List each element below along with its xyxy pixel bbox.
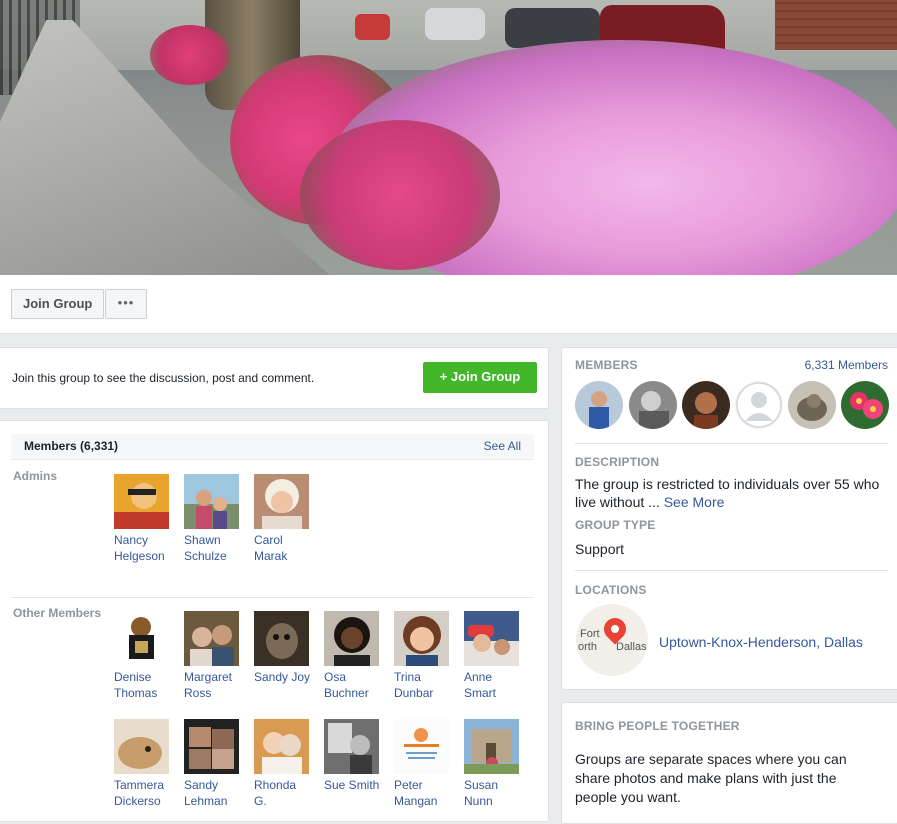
member-name: Carol Marak [254, 533, 288, 563]
location-link[interactable]: Uptown-Knox-Henderson, Dallas [659, 634, 863, 650]
member-name: Sue Smith [324, 778, 380, 792]
see-more-link[interactable]: See More [664, 494, 725, 510]
member[interactable]: Osa Buchner [324, 611, 390, 701]
bring-heading: BRING PEOPLE TOGETHER [575, 719, 740, 733]
join-prompt-card: Join this group to see the discussion, p… [0, 347, 549, 409]
member-name: Osa Buchner [324, 670, 369, 700]
members-count-link[interactable]: 6,331 Members [805, 358, 888, 372]
member[interactable]: Denise Thomas [114, 611, 180, 701]
member[interactable]: Peter Mangan [394, 719, 460, 809]
member[interactable]: Anne Smart [464, 611, 530, 701]
cover-azalea-bush [150, 25, 230, 85]
join-prompt-message: Join this group to see the discussion, p… [12, 371, 315, 385]
bring-text: Groups are separate spaces where you can… [575, 751, 847, 805]
description-text: The group is restricted to individuals o… [575, 476, 880, 510]
member-name: Anne Smart [464, 670, 497, 700]
cover-brick-wall [775, 0, 897, 50]
bring-people-together-card: BRING PEOPLE TOGETHER Groups are separat… [561, 702, 897, 824]
other-members-label: Other Members [13, 606, 102, 620]
cover-photo [0, 0, 897, 275]
members-card: Members (6,331) See All Admins Nancy Helg… [0, 420, 549, 822]
member-avatar[interactable] [788, 381, 836, 429]
member[interactable]: Sue Smith [324, 719, 390, 793]
group-type-heading: GROUP TYPE [575, 518, 656, 532]
group-info-card: MEMBERS 6,331 Members DESCRIPTION The gr… [561, 347, 897, 690]
admin-member[interactable]: Shawn Schulze [184, 474, 250, 564]
member-photo [114, 719, 169, 774]
members-title: Members (6,331) [24, 439, 119, 453]
join-group-primary-button[interactable]: + Join Group [423, 362, 537, 393]
see-all-link[interactable]: See All [484, 439, 521, 453]
member-photo [254, 474, 309, 529]
group-type-value: Support [575, 541, 625, 557]
members-heading: MEMBERS [575, 358, 638, 372]
member-photo [464, 611, 519, 666]
member[interactable]: Trina Dunbar [394, 611, 460, 701]
member-name: Sandy Lehman [184, 778, 228, 808]
section-divider [11, 597, 534, 598]
member-photo [324, 611, 379, 666]
locations-heading: LOCATIONS [575, 583, 647, 597]
admins-label: Admins [13, 469, 58, 483]
member-name: Peter Mangan [394, 778, 438, 808]
member[interactable]: Susan Nunn [464, 719, 530, 809]
member-photo [114, 474, 169, 529]
member-name: Susan Nunn [464, 778, 499, 808]
member-photo [254, 611, 309, 666]
member-photo [394, 611, 449, 666]
member-avatar[interactable] [682, 381, 730, 429]
member-photo [324, 719, 379, 774]
member[interactable]: Rhonda G. [254, 719, 320, 809]
map-label: orth [578, 641, 597, 653]
description-heading: DESCRIPTION [575, 455, 660, 469]
member-name: Rhonda G. [254, 778, 297, 808]
member-name: Trina Dunbar [394, 670, 434, 700]
cover-car [425, 8, 485, 40]
map-pin-icon [599, 613, 631, 645]
member-name: Sandy Joy [254, 670, 311, 684]
join-group-button[interactable]: Join Group [11, 289, 105, 319]
member-name: Tammera Dickerso [114, 778, 165, 808]
section-divider [575, 443, 888, 444]
section-divider [575, 570, 888, 571]
member[interactable]: Margaret Ross [184, 611, 250, 701]
location-map-thumbnail[interactable]: Fort orth Dallas [576, 604, 648, 676]
group-description: The group is restricted to individuals o… [575, 475, 890, 511]
member-avatar[interactable] [575, 381, 623, 429]
member-avatar[interactable] [629, 381, 677, 429]
member-photo [184, 611, 239, 666]
map-label: Fort [580, 628, 600, 640]
member[interactable]: Sandy Joy [254, 611, 320, 685]
more-options-button[interactable]: ••• [105, 289, 147, 319]
member[interactable]: Sandy Lehman [184, 719, 250, 809]
map-label: Dallas [616, 641, 647, 653]
admin-member[interactable]: Carol Marak [254, 474, 320, 564]
member-photo [184, 474, 239, 529]
admin-member[interactable]: Nancy Helgeson [114, 474, 180, 564]
member-name: Margaret Ross [184, 670, 233, 700]
cover-azalea-bush [300, 120, 500, 270]
member[interactable]: Tammera Dickerso [114, 719, 180, 809]
member-photo [394, 719, 449, 774]
member-photo [184, 719, 239, 774]
cover-car [355, 14, 390, 40]
member-name: Shawn Schulze [184, 533, 227, 563]
member-avatar[interactable] [841, 381, 889, 429]
member-photo [254, 719, 309, 774]
member-name: Nancy Helgeson [114, 533, 165, 563]
member-photo [464, 719, 519, 774]
member-name: Denise Thomas [114, 670, 158, 700]
member-photo [114, 611, 169, 666]
group-action-bar: Join Group ••• [0, 275, 897, 334]
default-avatar-icon[interactable] [735, 381, 783, 429]
members-header: Members (6,331) See All [11, 434, 534, 460]
